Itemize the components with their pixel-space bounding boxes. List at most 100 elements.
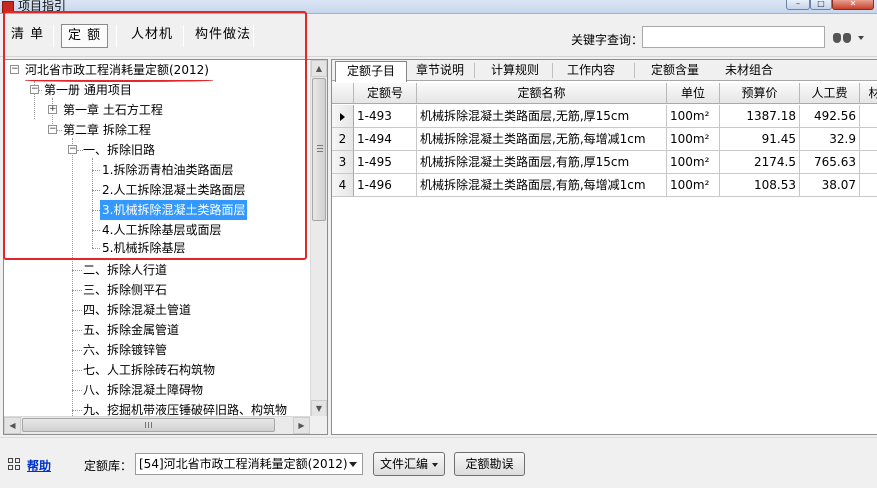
scrollbar-thumb[interactable] xyxy=(22,418,275,432)
tree-node-section[interactable]: 七、人工拆除砖石构筑物 xyxy=(83,360,215,380)
row-header[interactable] xyxy=(332,105,354,128)
scroll-right-icon[interactable]: ▶ xyxy=(293,417,310,434)
cell-code[interactable]: 1-495 xyxy=(354,151,417,174)
tree-line xyxy=(72,270,82,271)
cell-price[interactable]: 2174.5 xyxy=(720,151,800,174)
tab-chapter-notes[interactable]: 章节说明 xyxy=(410,61,470,81)
tab-material-combo[interactable]: 未材组合 xyxy=(719,61,779,81)
tree-line xyxy=(72,310,82,311)
grid-header-price[interactable]: 预算价 xyxy=(720,83,800,104)
cell-code[interactable]: 1-493 xyxy=(354,105,417,128)
cell-code[interactable]: 1-494 xyxy=(354,128,417,151)
tab-work-content[interactable]: 工作内容 xyxy=(561,61,621,81)
cell-unit[interactable]: 100m² xyxy=(667,174,720,197)
cell-price[interactable]: 91.45 xyxy=(720,128,800,151)
cell-unit[interactable]: 100m² xyxy=(667,151,720,174)
tab-quota[interactable]: 定 额 xyxy=(61,24,109,48)
cell-name[interactable]: 机械拆除混凝土类路面层,无筋,每增减1cm xyxy=(417,128,667,151)
cell-name[interactable]: 机械拆除混凝土类路面层,有筋,厚15cm xyxy=(417,151,667,174)
cell-material[interactable] xyxy=(860,151,877,174)
cell-material[interactable] xyxy=(860,174,877,197)
collapse-toggle-icon[interactable]: − xyxy=(10,65,19,74)
collapse-toggle-icon[interactable]: − xyxy=(48,125,57,134)
cell-material[interactable] xyxy=(860,105,877,128)
cell-unit[interactable]: 100m² xyxy=(667,105,720,128)
cell-price[interactable]: 108.53 xyxy=(720,174,800,197)
help-link[interactable]: 帮助 xyxy=(27,457,51,474)
row-header[interactable]: 2 xyxy=(332,128,354,151)
quota-library-select[interactable]: [54]河北省市政工程消耗量定额(2012) xyxy=(135,453,363,475)
annotation-underline xyxy=(25,79,213,82)
title-bar: 项目指引 – □ ✕ xyxy=(0,0,877,14)
cell-labor[interactable]: 492.56 xyxy=(800,105,860,128)
collapse-toggle-icon[interactable]: − xyxy=(30,85,39,94)
maximize-button[interactable]: □ xyxy=(810,0,832,10)
quota-library-value: [54]河北省市政工程消耗量定额(2012) xyxy=(139,457,348,471)
tree-line xyxy=(92,170,100,171)
toolbar-separator xyxy=(116,25,117,47)
tree-line xyxy=(72,370,82,371)
toolbar-separator xyxy=(53,25,54,47)
toolbar-separator xyxy=(183,25,184,47)
tree-horizontal-scrollbar[interactable]: ◀ ▶ xyxy=(4,416,310,434)
grid-header-material[interactable]: 材 xyxy=(860,83,877,104)
keyword-search-input[interactable] xyxy=(642,26,825,48)
tree-node-section[interactable]: 八、拆除混凝土障碍物 xyxy=(83,380,203,400)
tree-node-item[interactable]: 1.拆除沥青柏油类路面层 xyxy=(102,160,233,180)
minimize-button[interactable]: – xyxy=(786,0,810,10)
scroll-up-icon[interactable]: ▲ xyxy=(311,60,327,77)
grid-header-name[interactable]: 定额名称 xyxy=(417,83,667,104)
cell-code[interactable]: 1-496 xyxy=(354,174,417,197)
tree-node-section[interactable]: 三、拆除侧平石 xyxy=(83,280,167,300)
search-dropdown-arrow-icon[interactable] xyxy=(858,36,864,40)
tab-calc-rules[interactable]: 计算规则 xyxy=(485,61,545,81)
tab-bill[interactable]: 清 单 xyxy=(5,24,50,48)
tree-node-section-1[interactable]: 一、拆除旧路 xyxy=(83,140,155,160)
tab-quota-items[interactable]: 定额子目 xyxy=(335,61,407,82)
tree-node-section[interactable]: 六、拆除镀锌管 xyxy=(83,340,167,360)
tree-node-section[interactable]: 二、拆除人行道 xyxy=(83,260,167,280)
tree-node-volume-1[interactable]: 第一册 通用项目 xyxy=(44,80,132,100)
help-grid-icon[interactable] xyxy=(8,458,20,470)
expand-toggle-icon[interactable]: + xyxy=(48,105,57,114)
collapse-toggle-icon[interactable]: − xyxy=(68,145,77,154)
grip-icon xyxy=(317,145,323,152)
tree-node-section[interactable]: 四、拆除混凝土管道 xyxy=(83,300,191,320)
cell-labor[interactable]: 32.9 xyxy=(800,128,860,151)
quota-errata-button[interactable]: 定额勘误 xyxy=(454,452,525,476)
cell-name[interactable]: 机械拆除混凝土类路面层,无筋,厚15cm xyxy=(417,105,667,128)
close-button[interactable]: ✕ xyxy=(832,0,874,10)
tree-node-root[interactable]: 河北省市政工程消耗量定额(2012) xyxy=(25,60,209,80)
current-row-icon xyxy=(340,112,345,121)
app-icon xyxy=(2,1,14,13)
scroll-down-icon[interactable]: ▼ xyxy=(311,400,327,417)
file-summary-button[interactable]: 文件汇编 xyxy=(373,452,445,476)
tab-quota-content[interactable]: 定额含量 xyxy=(645,61,705,81)
grid-header-labor[interactable]: 人工费 xyxy=(800,83,860,104)
cell-unit[interactable]: 100m² xyxy=(667,128,720,151)
tree-node-chapter-2[interactable]: 第二章 拆除工程 xyxy=(63,120,151,140)
cell-name[interactable]: 机械拆除混凝土类路面层,有筋,每增减1cm xyxy=(417,174,667,197)
tree-node-item-selected[interactable]: 3.机械拆除混凝土类路面层 xyxy=(100,200,248,220)
cell-price[interactable]: 1387.18 xyxy=(720,105,800,128)
tree-line xyxy=(92,190,100,191)
tab-labor-material-machine[interactable]: 人材机 xyxy=(125,24,179,48)
scrollbar-thumb[interactable] xyxy=(312,78,326,221)
row-header[interactable]: 4 xyxy=(332,174,354,197)
grid-header-unit[interactable]: 单位 xyxy=(667,83,720,104)
tree-line xyxy=(72,330,82,331)
tree-node-item[interactable]: 4.人工拆除基层或面层 xyxy=(102,220,221,240)
tree-vertical-scrollbar[interactable]: ▲ ▼ xyxy=(310,60,327,417)
tree-node-item[interactable]: 5.机械拆除基层 xyxy=(102,238,185,258)
tree-node-section[interactable]: 五、拆除金属管道 xyxy=(83,320,179,340)
binoculars-icon[interactable] xyxy=(833,30,853,44)
row-header[interactable]: 3 xyxy=(332,151,354,174)
scroll-left-icon[interactable]: ◀ xyxy=(4,417,21,434)
tab-component-method[interactable]: 构件做法 xyxy=(189,24,257,48)
tree-node-item[interactable]: 2.人工拆除混凝土类路面层 xyxy=(102,180,245,200)
cell-labor[interactable]: 38.07 xyxy=(800,174,860,197)
cell-labor[interactable]: 765.63 xyxy=(800,151,860,174)
tree-node-chapter-1[interactable]: 第一章 土石方工程 xyxy=(63,100,163,120)
grid-header-code[interactable]: 定额号 xyxy=(354,83,417,104)
cell-material[interactable] xyxy=(860,128,877,151)
